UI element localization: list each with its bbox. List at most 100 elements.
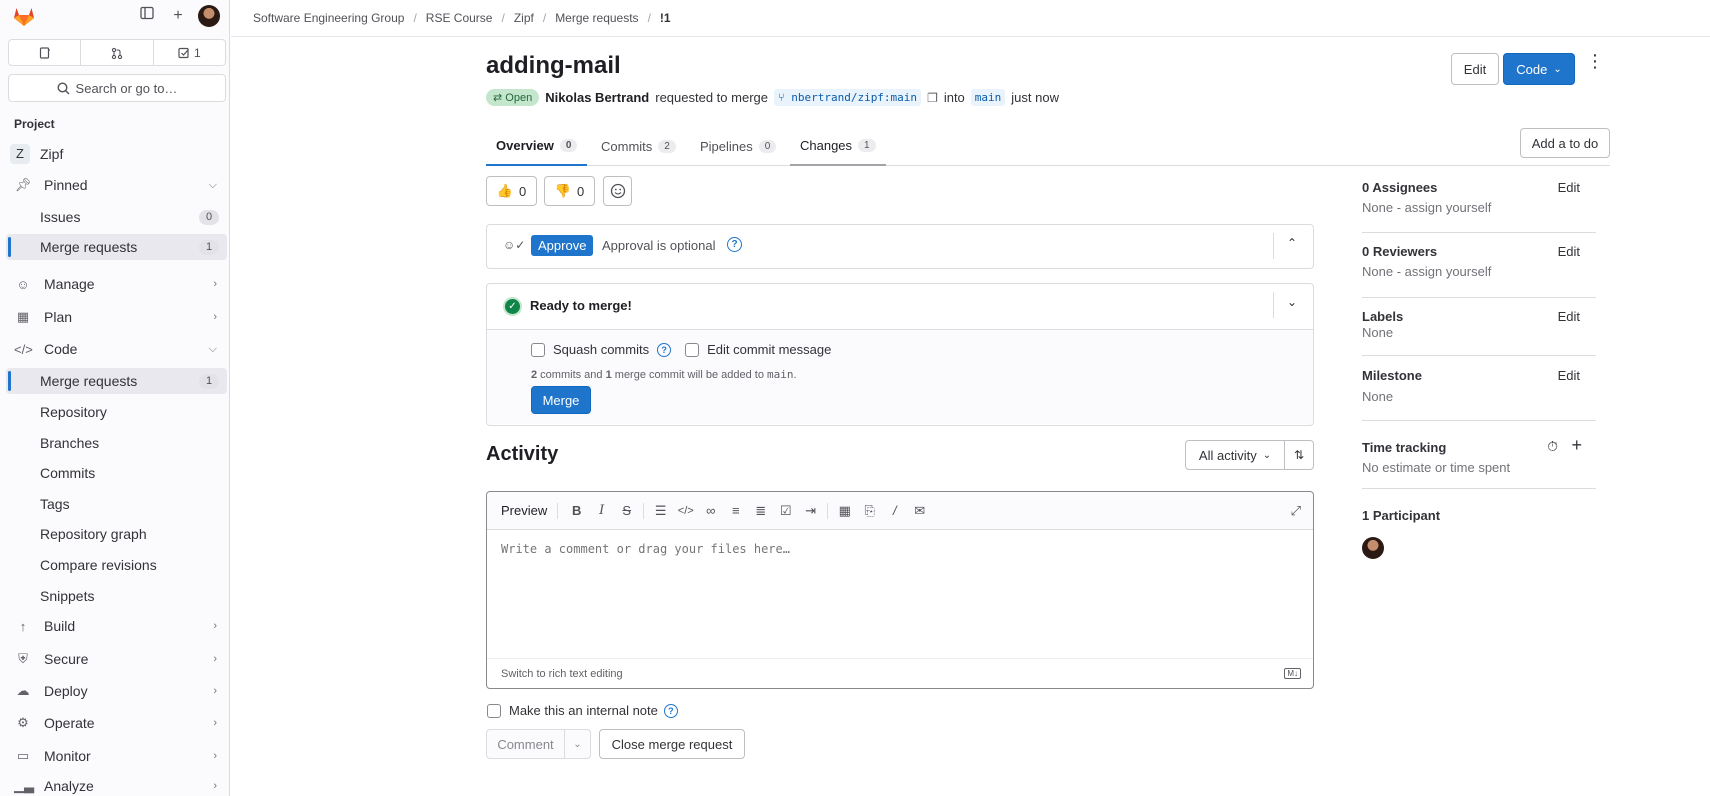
internal-note-option: Make this an internal note ? xyxy=(487,703,678,718)
search-button[interactable]: Search or go to… xyxy=(8,74,226,102)
more-actions-icon[interactable]: ⋮ xyxy=(1586,52,1604,82)
edit-button[interactable]: Edit xyxy=(1451,53,1499,85)
sidebar-item-tags[interactable]: Tags xyxy=(6,491,227,517)
sort-direction-button[interactable]: ⇅ xyxy=(1284,440,1314,470)
attachment-icon[interactable]: ⎘ xyxy=(857,503,882,519)
sidebar-item-repository[interactable]: Repository xyxy=(6,399,227,425)
requested-text: requested to merge xyxy=(655,90,768,105)
todo-counter-button[interactable]: 1 xyxy=(153,39,226,66)
sidebar-item-monitor[interactable]: ▭ Monitor › xyxy=(6,743,227,769)
sidebar-item-plan[interactable]: ▦ Plan › xyxy=(6,304,227,330)
indent-icon[interactable]: ⇥ xyxy=(798,503,823,519)
sidebar-item-analyze[interactable]: ▁▃ Analyze › xyxy=(6,775,227,796)
italic-icon[interactable]: I xyxy=(589,503,614,518)
sidebar-item-build[interactable]: ↑ Build › xyxy=(6,613,227,639)
sidebar-item-issues[interactable]: Issues 0 xyxy=(6,204,227,230)
sidebar-item-pinned-merge-requests[interactable]: Merge requests 1 xyxy=(6,234,227,260)
stopwatch-icon[interactable]: ⏱︎ xyxy=(1547,438,1558,455)
edit-commit-message-checkbox[interactable] xyxy=(685,342,700,357)
chevron-up-icon[interactable]: ⌃ xyxy=(1287,236,1297,250)
slash-commands-icon[interactable]: / xyxy=(882,503,907,518)
numbered-list-icon[interactable]: ≣ xyxy=(748,503,773,519)
sidebar-item-secure[interactable]: ⛨ Secure › xyxy=(6,646,227,672)
merge-requests-counter-button[interactable] xyxy=(81,39,154,66)
add-reaction-button[interactable] xyxy=(603,176,632,206)
sidebar-item-deploy[interactable]: ☁ Deploy › xyxy=(6,678,227,704)
sidebar-item-code[interactable]: </> Code ⌵ xyxy=(6,336,227,362)
create-new-icon[interactable]: + xyxy=(167,6,189,26)
quote-icon[interactable]: ☰ xyxy=(648,503,673,519)
author-link[interactable]: Nikolas Bertrand xyxy=(545,90,649,105)
project-link[interactable]: Z Zipf xyxy=(10,143,63,165)
sidebar-item-pinned[interactable]: 📌︎ Pinned ⌵ xyxy=(6,172,227,198)
user-avatar[interactable] xyxy=(198,5,220,27)
tab-count: 2 xyxy=(658,139,676,153)
strikethrough-icon[interactable]: S xyxy=(614,503,639,518)
close-merge-request-button[interactable]: Close merge request xyxy=(599,729,745,759)
preview-tab[interactable]: Preview xyxy=(501,503,547,518)
labels-edit-link[interactable]: Edit xyxy=(1558,309,1580,324)
comment-button[interactable]: Comment xyxy=(486,729,565,759)
help-icon[interactable]: ? xyxy=(727,237,742,252)
sidebar-item-manage[interactable]: ☺ Manage › xyxy=(6,271,227,297)
reviewers-edit-link[interactable]: Edit xyxy=(1558,244,1580,259)
help-icon[interactable]: ? xyxy=(663,703,678,718)
copy-branch-icon[interactable]: ❐ xyxy=(927,91,938,105)
help-icon[interactable]: ? xyxy=(657,342,672,357)
sidebar-item-commits[interactable]: Commits xyxy=(6,460,227,486)
thumbs-up-button[interactable]: 👍 0 xyxy=(486,176,537,206)
participant-avatar[interactable] xyxy=(1362,537,1384,559)
approve-button[interactable]: Approve xyxy=(531,235,594,256)
comment-options-dropdown[interactable]: ⌄ xyxy=(564,729,591,759)
table-icon[interactable]: ▦ xyxy=(832,503,857,519)
bullet-list-icon[interactable]: ≡ xyxy=(723,503,748,518)
breadcrumb-item[interactable]: Software Engineering Group xyxy=(253,11,404,25)
sidebar-item-branches[interactable]: Branches xyxy=(6,430,227,456)
sidebar-item-compare-revisions[interactable]: Compare revisions xyxy=(6,552,227,578)
tab-changes[interactable]: Changes 1 xyxy=(790,126,886,166)
tab-pipelines[interactable]: Pipelines 0 xyxy=(700,126,777,166)
comment-icon[interactable]: ✉ xyxy=(907,503,932,519)
link-icon[interactable]: ∞ xyxy=(698,503,723,518)
squash-checkbox[interactable] xyxy=(531,342,545,357)
tab-commits[interactable]: Commits 2 xyxy=(601,126,676,166)
sidebar-item-label: Merge requests xyxy=(40,239,138,255)
switch-rich-text-link[interactable]: Switch to rich text editing xyxy=(501,668,623,680)
milestone-edit-link[interactable]: Edit xyxy=(1558,368,1580,383)
bold-icon[interactable]: B xyxy=(564,503,589,518)
participants-title: 1 Participant xyxy=(1362,508,1441,523)
breadcrumb-item[interactable]: Merge requests xyxy=(555,11,638,25)
fullscreen-icon[interactable]: ⤢ xyxy=(1291,503,1301,519)
breadcrumb-current[interactable]: !1 xyxy=(660,11,671,25)
assign-yourself-link[interactable]: None - assign yourself xyxy=(1362,200,1596,215)
add-time-icon[interactable]: + xyxy=(1571,435,1582,456)
internal-note-checkbox[interactable] xyxy=(487,703,501,718)
sidebar-toggle-icon[interactable] xyxy=(136,6,158,26)
chart-icon: ▁▃ xyxy=(14,777,34,793)
sidebar-item-label: Commits xyxy=(40,465,96,481)
tab-overview[interactable]: Overview 0 xyxy=(486,126,588,166)
breadcrumb-item[interactable]: Zipf xyxy=(514,11,534,25)
comment-input[interactable] xyxy=(487,530,1313,658)
assign-yourself-link[interactable]: None - assign yourself xyxy=(1362,264,1596,279)
assignees-edit-link[interactable]: Edit xyxy=(1558,180,1580,195)
source-branch-link[interactable]: ⑂ nbertrand/zipf:main xyxy=(773,89,922,106)
target-branch-link[interactable]: main xyxy=(970,89,1006,106)
thumbs-down-button[interactable]: 👎 0 xyxy=(544,176,595,206)
breadcrumb-item[interactable]: RSE Course xyxy=(426,11,493,25)
sidebar-item-operate[interactable]: ⚙ Operate › xyxy=(6,710,227,736)
sidebar-item-snippets[interactable]: Snippets xyxy=(6,583,227,609)
task-list-icon[interactable]: ☑ xyxy=(773,503,798,519)
merge-button[interactable]: Merge xyxy=(531,386,591,414)
code-dropdown-button[interactable]: Code ⌄ xyxy=(1503,53,1575,85)
activity-filter-dropdown[interactable]: All activity ⌄ xyxy=(1185,440,1285,470)
sidebar-item-code-merge-requests[interactable]: Merge requests 1 xyxy=(6,368,227,394)
code-icon[interactable]: </> xyxy=(673,505,698,517)
mr-status-row: ⇄ Open Nikolas Bertrand requested to mer… xyxy=(486,89,1059,106)
chevron-down-icon[interactable]: ⌄ xyxy=(1287,295,1297,309)
issues-counter-button[interactable] xyxy=(8,39,82,66)
gitlab-logo-icon[interactable] xyxy=(12,5,36,27)
add-todo-button[interactable]: Add a to do xyxy=(1520,128,1610,158)
sidebar-item-repository-graph[interactable]: Repository graph xyxy=(6,521,227,547)
approval-panel: ☺✓ Approve Approval is optional ? ⌃ xyxy=(486,224,1314,269)
